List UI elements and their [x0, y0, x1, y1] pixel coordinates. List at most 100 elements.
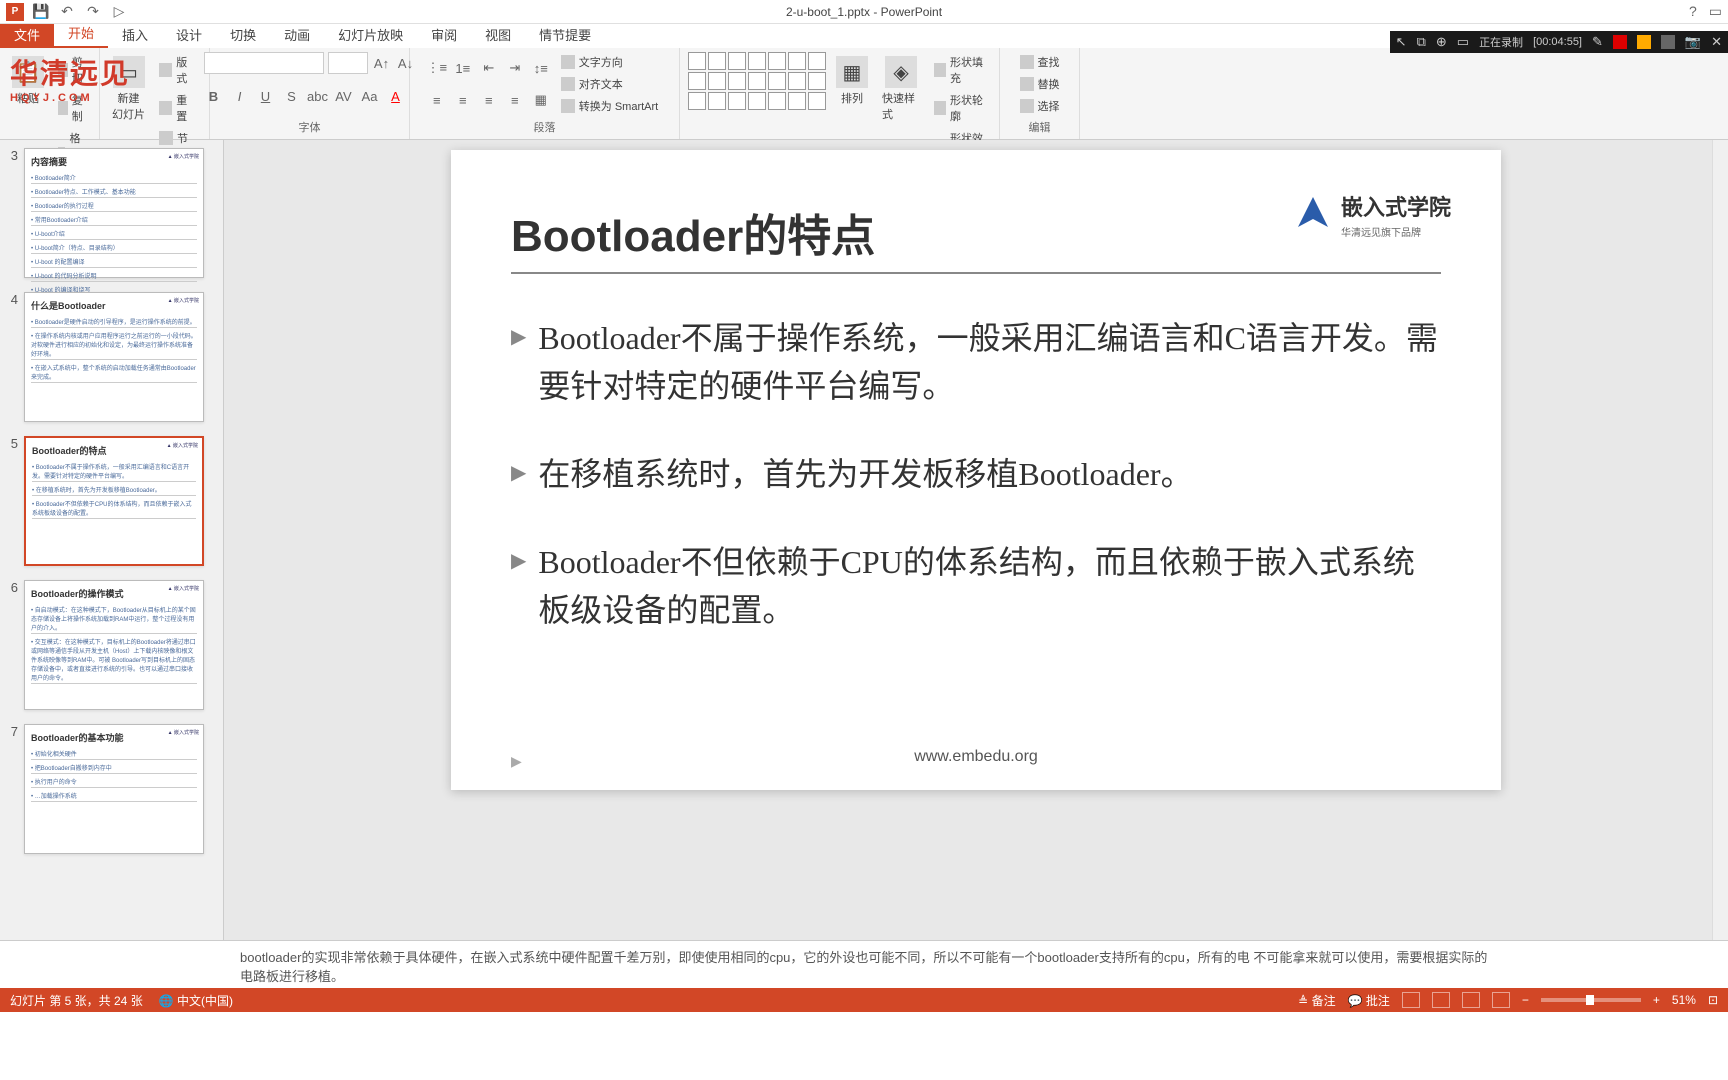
shape-icon[interactable]	[708, 92, 726, 110]
strikethrough-button[interactable]: S	[282, 86, 302, 106]
notes-pane[interactable]: bootloader的实现非常依赖于具体硬件，在嵌入式系统中硬件配置千差万别，即…	[0, 940, 1728, 988]
slide-bullet[interactable]: ▶在移植系统时，首先为开发板移植Bootloader。	[511, 450, 1441, 498]
slide-editor[interactable]: 嵌入式学院 华清远见旗下品牌 Bootloader的特点 ▶Bootloader…	[224, 140, 1728, 940]
paste-button[interactable]: 📋 粘贴	[8, 52, 48, 110]
thumbnail-4[interactable]: 4▲ 嵌入式学院什么是Bootloader• Bootloader是硬件启动的引…	[4, 292, 219, 422]
shape-tri-icon[interactable]	[768, 52, 786, 70]
tab-storyboard[interactable]: 情节提要	[525, 21, 605, 48]
arrange-button[interactable]: ▦排列	[832, 52, 872, 110]
justify-button[interactable]: ≡	[505, 90, 525, 110]
rec-zoom-icon[interactable]: ⊕	[1436, 34, 1447, 50]
shape-icon[interactable]	[728, 72, 746, 90]
align-text-button[interactable]: 对齐文本	[557, 74, 662, 94]
shape-icon[interactable]	[808, 72, 826, 90]
shape-icon[interactable]	[808, 52, 826, 70]
font-size-select[interactable]	[328, 52, 368, 74]
align-left-button[interactable]: ≡	[427, 90, 447, 110]
slideshow-start-icon[interactable]: ▷	[110, 3, 128, 21]
reset-button[interactable]: 重置	[155, 90, 201, 126]
tab-animations[interactable]: 动画	[270, 21, 324, 48]
undo-icon[interactable]: ↶	[58, 3, 76, 21]
normal-view-button[interactable]	[1402, 992, 1420, 1008]
zoom-in-button[interactable]: +	[1653, 993, 1660, 1007]
increase-indent-button[interactable]: ⇥	[505, 58, 525, 78]
align-right-button[interactable]: ≡	[479, 90, 499, 110]
slideshow-view-button[interactable]	[1492, 992, 1510, 1008]
tab-transitions[interactable]: 切换	[216, 21, 270, 48]
shape-icon[interactable]	[808, 92, 826, 110]
font-family-select[interactable]	[204, 52, 324, 74]
rec-camera-icon[interactable]: 📷	[1685, 34, 1701, 50]
shape-icon[interactable]	[688, 72, 706, 90]
tab-file[interactable]: 文件	[0, 21, 54, 48]
text-direction-button[interactable]: 文字方向	[557, 52, 662, 72]
thumb-preview[interactable]: ▲ 嵌入式学院内容摘要• Bootloader简介• Bootloader特点、…	[24, 148, 204, 278]
shape-rect-icon[interactable]	[688, 52, 706, 70]
redo-icon[interactable]: ↷	[84, 3, 102, 21]
zoom-level[interactable]: 51%	[1672, 993, 1696, 1007]
slide-canvas[interactable]: 嵌入式学院 华清远见旗下品牌 Bootloader的特点 ▶Bootloader…	[451, 150, 1501, 790]
thumbnail-5[interactable]: 5▲ 嵌入式学院Bootloader的特点• Bootloader不属于操作系统…	[4, 436, 219, 566]
shape-icon[interactable]	[788, 72, 806, 90]
section-button[interactable]: 节	[155, 128, 201, 148]
shape-icon[interactable]	[688, 92, 706, 110]
columns-button[interactable]: ▦	[531, 90, 551, 110]
thumbnail-6[interactable]: 6▲ 嵌入式学院Bootloader的操作模式• 自启动模式：在这种模式下，Bo…	[4, 580, 219, 710]
notes-toggle[interactable]: ≜ 备注	[1298, 992, 1335, 1009]
shape-line-icon[interactable]	[708, 52, 726, 70]
shape-icon[interactable]	[788, 92, 806, 110]
line-spacing-button[interactable]: ↕≡	[531, 58, 551, 78]
rec-cursor-icon[interactable]: ↖	[1396, 34, 1407, 50]
fit-to-window-button[interactable]: ⊡	[1708, 993, 1718, 1007]
thumb-preview[interactable]: ▲ 嵌入式学院Bootloader的基本功能• 初始化相关硬件• 把Bootlo…	[24, 724, 204, 854]
bold-button[interactable]: B	[204, 86, 224, 106]
slide-bullet[interactable]: ▶Bootloader不属于操作系统，一般采用汇编语言和C语言开发。需要针对特定…	[511, 314, 1441, 410]
new-slide-button[interactable]: ▭ 新建 幻灯片	[108, 52, 149, 126]
sorter-view-button[interactable]	[1432, 992, 1450, 1008]
slide-scrollbar[interactable]	[1712, 140, 1728, 940]
zoom-out-button[interactable]: −	[1522, 993, 1529, 1007]
tab-review[interactable]: 审阅	[417, 21, 471, 48]
rec-copy-icon[interactable]: ⧉	[1417, 34, 1426, 50]
zoom-slider[interactable]	[1541, 998, 1641, 1002]
app-icon[interactable]: P	[6, 3, 24, 21]
reading-view-button[interactable]	[1462, 992, 1480, 1008]
shape-oval-icon[interactable]	[728, 52, 746, 70]
help-icon[interactable]: ?	[1689, 3, 1697, 20]
shadow-button[interactable]: abc	[308, 86, 328, 106]
language-indicator[interactable]: 🌐 中文(中国)	[159, 992, 233, 1009]
zoom-slider-thumb[interactable]	[1586, 995, 1594, 1005]
thumbnail-7[interactable]: 7▲ 嵌入式学院Bootloader的基本功能• 初始化相关硬件• 把Bootl…	[4, 724, 219, 854]
copy-button[interactable]: 复制	[54, 90, 91, 126]
convert-smartart-button[interactable]: 转换为 SmartArt	[557, 96, 662, 116]
slide-body[interactable]: ▶Bootloader不属于操作系统，一般采用汇编语言和C语言开发。需要针对特定…	[511, 314, 1441, 634]
tab-slideshow[interactable]: 幻灯片放映	[324, 21, 417, 48]
thumbnail-panel[interactable]: 3▲ 嵌入式学院内容摘要• Bootloader简介• Bootloader特点…	[0, 140, 224, 940]
spacing-button[interactable]: AV	[334, 86, 354, 106]
decrease-indent-button[interactable]: ⇤	[479, 58, 499, 78]
bullets-button[interactable]: ⋮≡	[427, 58, 447, 78]
shapes-gallery[interactable]	[688, 52, 826, 110]
shape-fill-button[interactable]: 形状填充	[930, 52, 991, 88]
font-color-button[interactable]: A	[386, 86, 406, 106]
underline-button[interactable]: U	[256, 86, 276, 106]
case-button[interactable]: Aa	[360, 86, 380, 106]
shape-icon[interactable]	[748, 72, 766, 90]
shape-icon[interactable]	[788, 52, 806, 70]
shape-icon[interactable]	[748, 92, 766, 110]
tab-view[interactable]: 视图	[471, 21, 525, 48]
shape-arrow-icon[interactable]	[748, 52, 766, 70]
quick-styles-button[interactable]: ◈快速样式	[878, 52, 924, 126]
rec-close-icon[interactable]: ✕	[1711, 34, 1722, 50]
slide-bullet[interactable]: ▶Bootloader不但依赖于CPU的体系结构，而且依赖于嵌入式系统板级设备的…	[511, 538, 1441, 634]
tab-insert[interactable]: 插入	[108, 21, 162, 48]
shape-icon[interactable]	[768, 92, 786, 110]
shape-icon[interactable]	[768, 72, 786, 90]
rec-screen-icon[interactable]: ▭	[1457, 34, 1469, 50]
italic-button[interactable]: I	[230, 86, 250, 106]
shape-outline-button[interactable]: 形状轮廓	[930, 90, 991, 126]
thumb-preview[interactable]: ▲ 嵌入式学院Bootloader的特点• Bootloader不属于操作系统，…	[24, 436, 204, 566]
comments-toggle[interactable]: 💬 批注	[1348, 992, 1390, 1009]
replace-button[interactable]: 替换	[1016, 74, 1064, 94]
shape-icon[interactable]	[728, 92, 746, 110]
